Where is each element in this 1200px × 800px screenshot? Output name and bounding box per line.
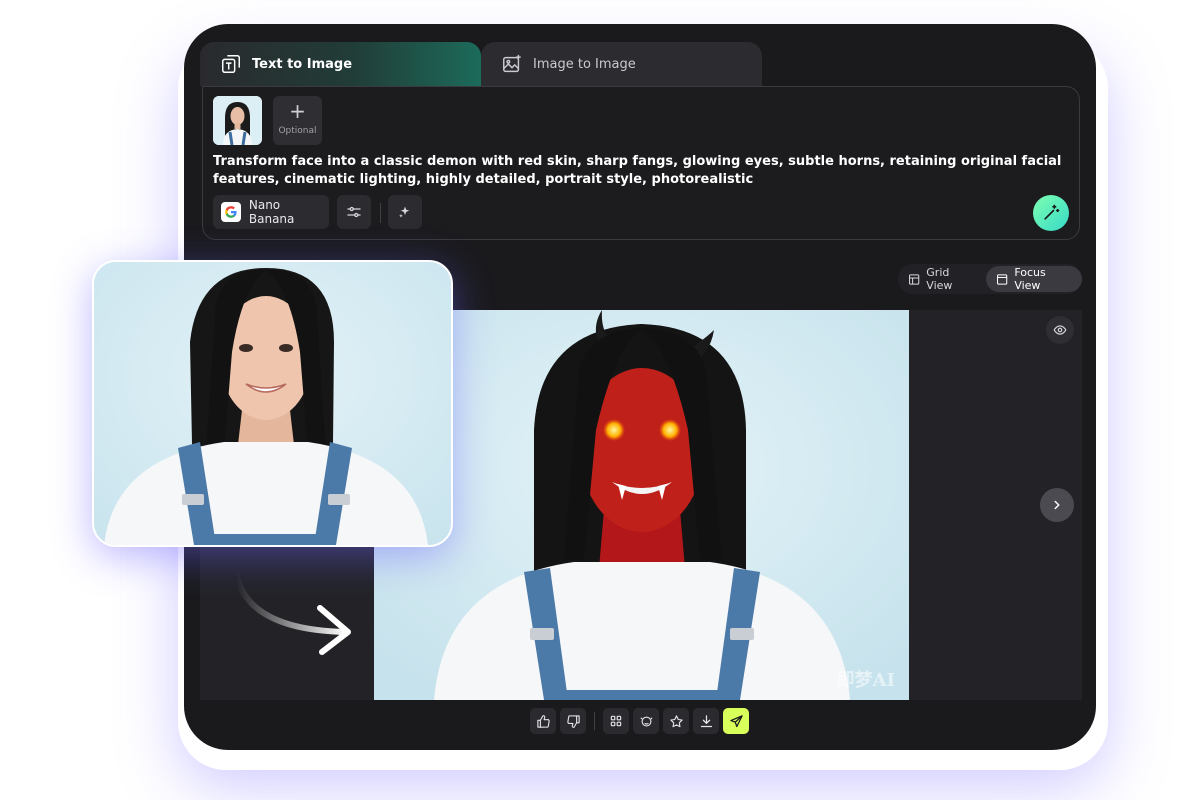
thumbs-down-icon bbox=[566, 714, 580, 728]
magic-wand-icon bbox=[1044, 204, 1060, 220]
toolbar-divider bbox=[594, 712, 595, 730]
prompt-input[interactable]: Transform face into a classic demon with… bbox=[213, 153, 1063, 189]
share-button[interactable] bbox=[723, 708, 749, 734]
portrait-thumbnail-image bbox=[213, 96, 262, 145]
generate-button[interactable] bbox=[1033, 195, 1069, 231]
tab-label: Image to Image bbox=[533, 56, 636, 72]
generated-image[interactable]: 即梦AI bbox=[374, 310, 909, 700]
focus-view-icon bbox=[997, 273, 1008, 285]
focus-view-label: Focus View bbox=[1014, 266, 1046, 292]
grid-view-label: Grid View bbox=[926, 266, 953, 292]
add-optional-image-button[interactable]: + Optional bbox=[273, 96, 322, 145]
face-swap-icon bbox=[639, 716, 653, 726]
like-button[interactable] bbox=[530, 708, 556, 734]
grid-view-icon bbox=[909, 273, 920, 285]
favorite-button[interactable] bbox=[663, 708, 689, 734]
download-button[interactable] bbox=[693, 708, 719, 734]
optional-label: Optional bbox=[278, 126, 317, 136]
tab-text-to-image[interactable]: Text to Image bbox=[200, 42, 481, 86]
sliders-icon bbox=[347, 206, 361, 218]
text-to-image-icon bbox=[222, 55, 240, 73]
model-label: Nano Banana bbox=[248, 198, 295, 226]
mode-tabs: Text to Image Image to Image bbox=[200, 42, 762, 86]
enhance-prompt-button[interactable] bbox=[388, 195, 422, 229]
next-image-button[interactable] bbox=[1040, 488, 1074, 522]
sparkles-icon bbox=[399, 206, 410, 218]
reference-image-thumbnail[interactable] bbox=[213, 96, 262, 145]
view-toggle: Grid View Focus View bbox=[898, 264, 1082, 294]
settings-button[interactable] bbox=[337, 195, 371, 229]
result-toolbar bbox=[530, 706, 749, 736]
model-selector[interactable]: Nano Banana bbox=[213, 195, 329, 229]
dislike-button[interactable] bbox=[560, 708, 586, 734]
preview-button[interactable] bbox=[1046, 316, 1074, 344]
watermark: 即梦AI bbox=[836, 670, 895, 691]
plus-icon: + bbox=[289, 99, 306, 123]
remix-button[interactable] bbox=[633, 708, 659, 734]
toolbar-divider bbox=[380, 203, 381, 223]
original-portrait-image bbox=[94, 262, 451, 545]
apps-button[interactable] bbox=[603, 708, 629, 734]
star-icon bbox=[669, 714, 683, 727]
download-icon bbox=[700, 714, 712, 727]
image-to-image-icon bbox=[503, 54, 521, 73]
focus-view-button[interactable]: Focus View bbox=[986, 266, 1082, 292]
original-photo-card bbox=[92, 260, 453, 547]
eye-icon bbox=[1053, 325, 1067, 335]
tab-label: Text to Image bbox=[252, 56, 353, 72]
grid-icon bbox=[610, 715, 622, 727]
google-icon bbox=[221, 202, 241, 222]
thumbs-up-icon bbox=[536, 714, 550, 728]
send-icon bbox=[729, 714, 743, 727]
transform-arrow-icon bbox=[233, 571, 351, 655]
prompt-panel: + Optional Transform face into a classic… bbox=[202, 86, 1080, 240]
grid-view-button[interactable]: Grid View bbox=[898, 266, 986, 292]
tab-image-to-image[interactable]: Image to Image bbox=[481, 42, 762, 86]
demon-portrait-image bbox=[374, 310, 909, 700]
chevron-right-icon bbox=[1054, 500, 1060, 510]
